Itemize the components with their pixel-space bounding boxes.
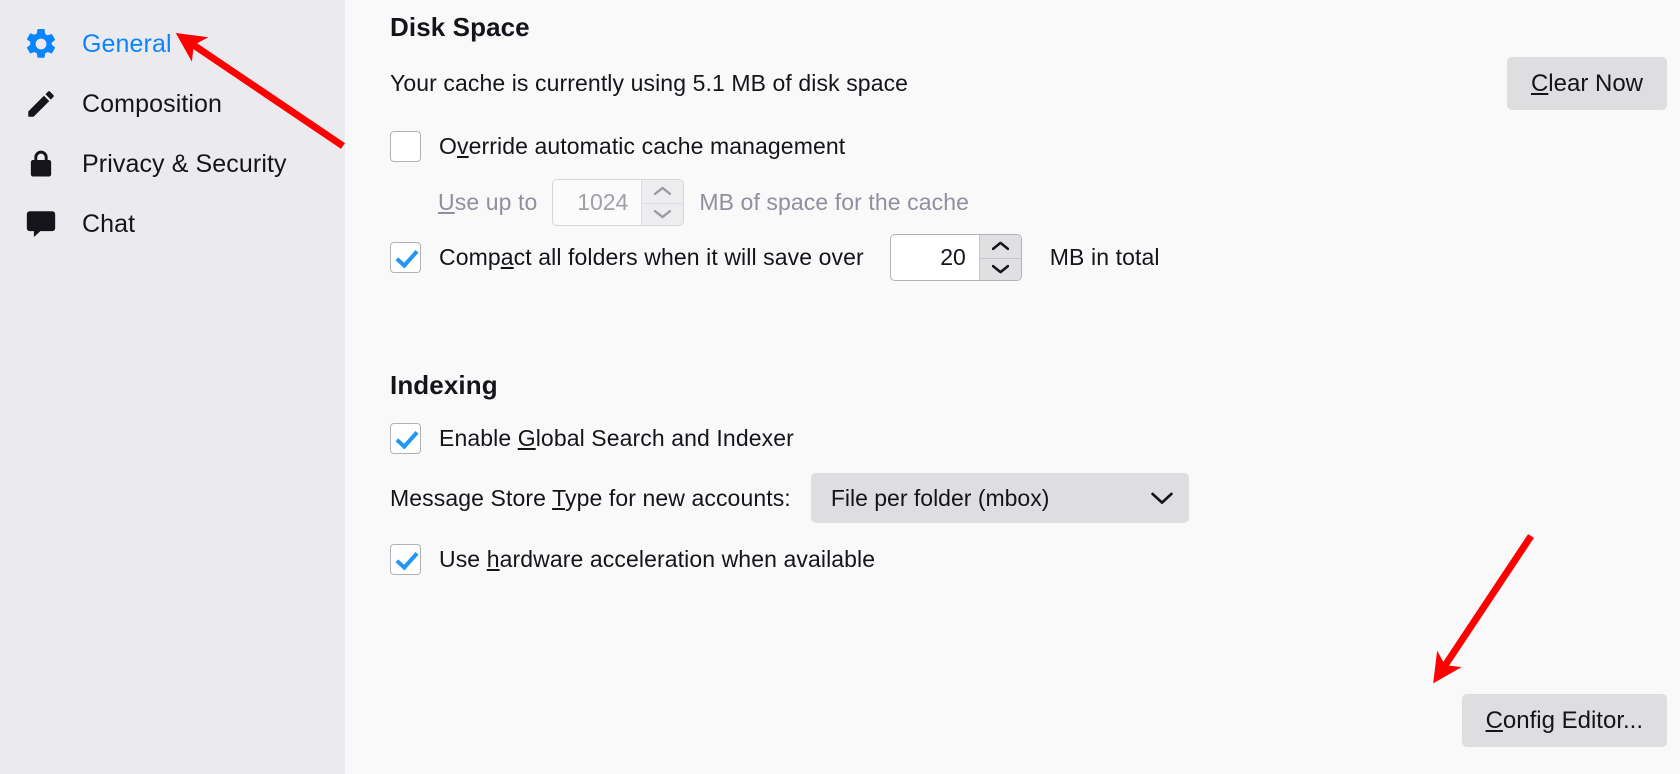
sidebar-item-composition[interactable]: Composition (0, 74, 345, 134)
pencil-icon (22, 85, 60, 123)
cache-size-stepper[interactable]: 1024 (552, 179, 685, 226)
clear-now-button[interactable]: Clear Now (1506, 57, 1667, 110)
cache-size-suffix: MB of space for the cache (699, 189, 970, 215)
clear-now-label: Clear Now (1530, 69, 1643, 97)
chevron-up-icon (991, 241, 1009, 251)
disk-space-heading: Disk Space (390, 12, 530, 42)
compact-threshold-spinner (978, 235, 1021, 281)
store-type-selected-value: File per folder (mbox) (830, 484, 1050, 511)
settings-content-pane: Disk Space Your cache is currently using… (345, 0, 1680, 774)
sidebar-item-privacy-security[interactable]: Privacy & Security (0, 134, 345, 194)
cache-size-value[interactable]: 1024 (553, 180, 641, 225)
settings-sidebar: General Composition Privacy & Security C… (0, 0, 345, 774)
config-editor-label: Config Editor... (1485, 706, 1643, 734)
sidebar-item-general[interactable]: General (0, 14, 345, 74)
use-up-to-label: Use up to (438, 189, 538, 215)
hardware-accel-label: Use hardware acceleration when available (439, 546, 876, 572)
sidebar-item-chat[interactable]: Chat (0, 194, 345, 254)
gear-icon (22, 25, 60, 63)
chevron-down-icon (991, 265, 1009, 274)
hardware-accel-row: Use hardware acceleration when available (390, 544, 875, 575)
compact-threshold-increment[interactable] (980, 235, 1021, 258)
compact-threshold-stepper[interactable]: 20 (889, 234, 1022, 281)
override-cache-row: Override automatic cache management (390, 131, 845, 162)
cache-size-spinner (641, 180, 684, 226)
global-search-checkbox[interactable] (390, 423, 421, 454)
global-search-row: Enable Global Search and Indexer (390, 423, 794, 454)
cache-usage-text: Your cache is currently using 5.1 MB of … (390, 70, 909, 96)
compact-folders-checkbox[interactable] (390, 242, 421, 273)
preferences-window: General Composition Privacy & Security C… (0, 0, 1680, 774)
chat-bubble-icon (22, 205, 60, 243)
chevron-up-icon (654, 187, 672, 196)
sidebar-item-label-chat: Chat (82, 209, 136, 238)
cache-size-row: Use up to 1024 MB of space for the cache (438, 179, 969, 226)
cache-size-increment[interactable] (642, 180, 683, 203)
store-type-label: Message Store Type for new accounts: (390, 484, 791, 511)
sidebar-item-label-composition: Composition (82, 89, 223, 118)
compact-folders-label: Compact all folders when it will save ov… (439, 244, 864, 270)
compact-threshold-suffix: MB in total (1049, 244, 1160, 270)
hardware-accel-checkbox[interactable] (390, 544, 421, 575)
store-type-row: Message Store Type for new accounts: Fil… (390, 473, 1189, 523)
global-search-label: Enable Global Search and Indexer (439, 425, 794, 451)
compact-threshold-decrement[interactable] (979, 257, 1021, 281)
indexing-heading: Indexing (390, 370, 498, 400)
sidebar-item-label-privacy: Privacy & Security (82, 149, 287, 178)
lock-icon (22, 145, 60, 183)
override-cache-checkbox[interactable] (390, 131, 421, 162)
chevron-down-icon (1151, 492, 1173, 504)
store-type-select[interactable]: File per folder (mbox) (810, 473, 1189, 523)
config-editor-button[interactable]: Config Editor... (1461, 694, 1667, 747)
compact-folders-row: Compact all folders when it will save ov… (390, 234, 1160, 281)
chevron-down-icon (654, 210, 672, 219)
sidebar-item-label-general: General (82, 29, 172, 58)
override-cache-label: Override automatic cache management (439, 133, 846, 159)
compact-threshold-value[interactable]: 20 (891, 235, 979, 280)
cache-size-decrement[interactable] (642, 202, 684, 226)
